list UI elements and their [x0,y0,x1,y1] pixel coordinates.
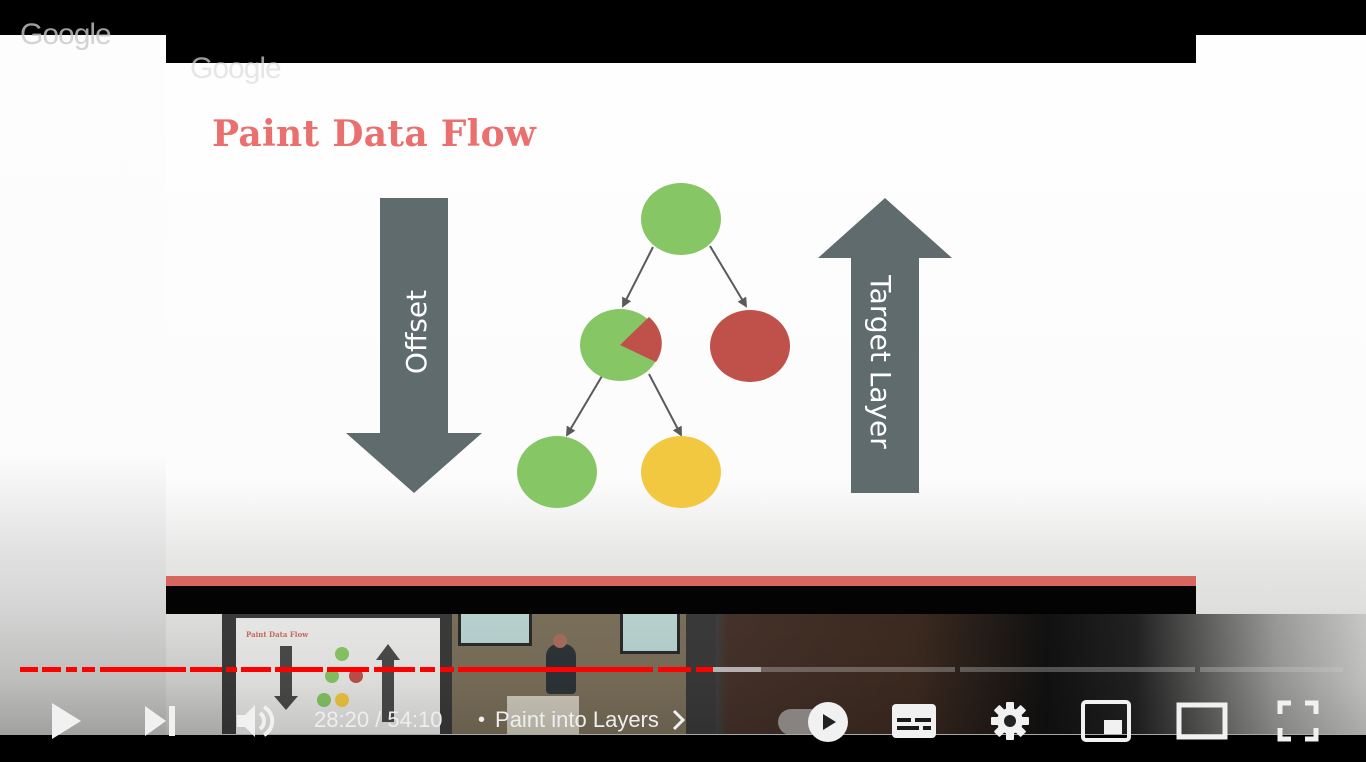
target-layer-label: Target Layer [864,274,897,449]
miniplayer-button[interactable] [1078,697,1134,745]
edge-left-rightgrand [648,373,682,437]
progress-played [458,667,653,672]
video-background-top [1196,35,1366,65]
progress-played [190,667,222,672]
next-icon [145,706,175,736]
paint-data-flow-diagram: Offset Target Layer [346,183,952,508]
play-icon [52,703,81,739]
progress-played [420,667,435,672]
theater-mode-button[interactable] [1174,697,1230,745]
fullscreen-icon [1277,700,1319,742]
progress-chapter-segment[interactable] [960,667,1195,672]
chapter-separator: • [478,708,486,731]
progress-bar[interactable] [20,663,1346,675]
progress-played [327,667,369,672]
progress-played [241,667,271,672]
fullscreen-button[interactable] [1272,697,1324,745]
google-watermark-ghost: Google [190,52,282,85]
settings-button[interactable] [984,697,1036,745]
slide-footer-black [166,586,1196,614]
progress-played [66,667,77,672]
volume-icon [237,705,275,737]
storyboard-projector-screen [458,614,532,646]
chapter-title: Paint into Layers [495,707,659,732]
offset-arrow: Offset [346,198,482,493]
node-left-child [580,309,662,381]
progress-played [226,667,237,672]
progress-played [20,667,38,672]
video-background [0,35,166,735]
miniplayer-icon [1081,700,1131,742]
node-right-child [710,310,790,382]
progress-played [82,667,95,672]
progress-played [374,667,415,672]
progress-played [658,667,691,672]
offset-label: Offset [400,290,433,374]
edge-left-leftgrand [565,375,603,437]
storyboard-projector-screen [620,614,680,654]
progress-played [42,667,61,672]
autoplay-play-icon [823,714,836,730]
progress-played [440,667,454,672]
play-button[interactable] [40,697,92,745]
slide-title: Paint Data Flow [212,113,537,155]
time-separator: / [369,707,388,732]
progress-chapter-segment[interactable] [1200,667,1343,672]
progress-played [275,667,323,672]
slide-footer-bar [166,576,1196,586]
subtitles-button[interactable] [888,697,940,745]
volume-button[interactable] [230,697,280,745]
time-display: 28:20 / 54:10 [314,707,442,733]
node-left-grandchild [517,436,597,508]
node-right-grandchild [641,436,721,508]
progress-played [696,667,714,672]
theater-icon [1176,702,1228,740]
video-player[interactable]: Google Google Paint Data Flow Offset Tar… [0,0,1366,762]
current-time: 28:20 [314,707,370,732]
chapter-button[interactable]: • Paint into Layers [478,707,689,733]
controls-bottom-bar [0,735,1366,762]
subtitles-icon [892,704,936,738]
edge-root-right [709,245,748,308]
google-watermark: Google [20,18,112,51]
node-root [641,183,721,255]
progress-played [100,667,186,672]
storyboard-speaker-head [553,634,567,648]
gear-icon [991,702,1029,740]
target-layer-arrow: Target Layer [818,198,952,493]
duration: 54:10 [387,707,443,732]
next-button[interactable] [136,697,184,745]
edge-root-left [622,246,654,308]
chevron-right-icon [672,709,686,731]
autoplay-knob[interactable] [808,702,848,742]
